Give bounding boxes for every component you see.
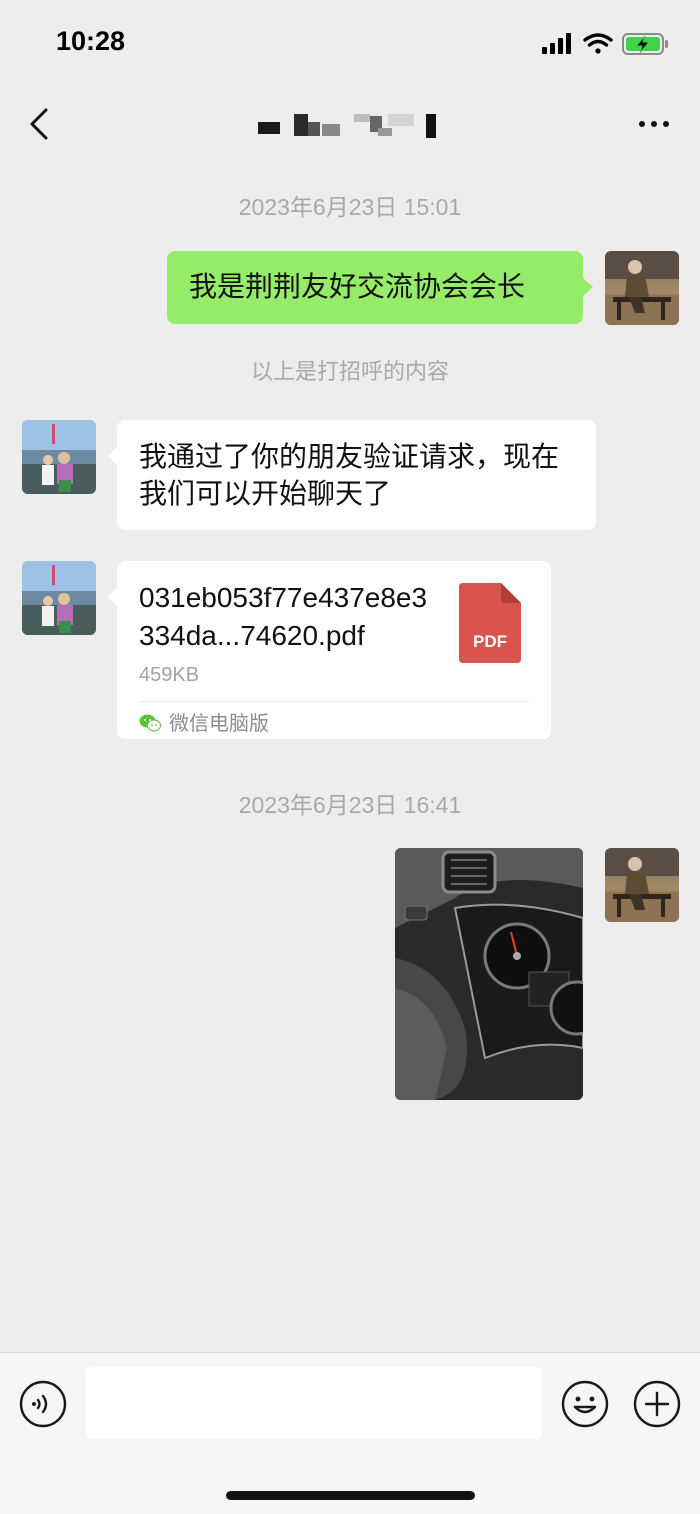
cellular-signal-icon xyxy=(542,33,571,54)
status-icons xyxy=(530,30,670,62)
my-avatar[interactable] xyxy=(605,848,679,922)
pdf-label: PDF xyxy=(473,632,507,651)
voice-icon xyxy=(19,1380,67,1428)
home-indicator[interactable] xyxy=(226,1491,475,1500)
friend-avatar[interactable] xyxy=(22,420,96,494)
friend-avatar[interactable] xyxy=(22,561,96,635)
file-source-label: 微信电脑版 xyxy=(169,710,269,735)
emoji-button[interactable] xyxy=(560,1379,610,1429)
voice-input-button[interactable] xyxy=(18,1379,68,1429)
pdf-file-icon: PDF xyxy=(459,583,521,663)
file-name: 031eb053f77e437e8e3334da...74620.pdf xyxy=(139,582,428,651)
more-dots-icon xyxy=(639,121,669,127)
file-message-card[interactable]: 031eb053f77e437e8e3334da...74620.pdf 459… xyxy=(107,561,551,739)
chevron-left-icon xyxy=(30,108,48,140)
message-input[interactable] xyxy=(86,1367,542,1439)
message-timestamp: 2023年6月23日 16:41 xyxy=(238,792,462,818)
wechat-logo-icon xyxy=(139,714,161,732)
chat-screen: 10:28 2023年6月23日 15:01 我是荆荆友好交流协会会长 以上是打… xyxy=(0,0,700,1514)
plus-circle-icon xyxy=(633,1380,681,1428)
back-button[interactable] xyxy=(22,104,56,144)
input-bar xyxy=(0,1352,700,1514)
status-time: 10:28 xyxy=(56,26,126,56)
message-timestamp: 2023年6月23日 15:01 xyxy=(238,194,462,220)
battery-charging-icon xyxy=(622,33,668,55)
wifi-icon xyxy=(583,33,613,54)
system-message: 以上是打招呼的内容 xyxy=(250,360,449,385)
dashboard-photo xyxy=(395,848,583,1100)
photo-message[interactable] xyxy=(395,848,583,1100)
my-avatar[interactable] xyxy=(605,251,679,325)
outgoing-message[interactable]: 我是荆荆友好交流协会会长 xyxy=(167,251,593,324)
more-options-button[interactable] xyxy=(634,112,674,136)
smiley-icon xyxy=(561,1380,609,1428)
divider xyxy=(139,701,529,702)
incoming-message[interactable]: 我通过了你的朋友验证请求，现在我们可以开始聊天了 xyxy=(107,420,596,530)
more-functions-button[interactable] xyxy=(632,1379,682,1429)
message-text: 我是荆荆友好交流协会会长 xyxy=(189,270,526,303)
chat-title-obscured xyxy=(250,108,450,146)
file-source: 微信电脑版 xyxy=(139,707,269,739)
message-text: 我通过了你的朋友验证请求，现在我们可以开始聊天了 xyxy=(139,440,560,510)
file-size: 459KB xyxy=(139,664,200,686)
